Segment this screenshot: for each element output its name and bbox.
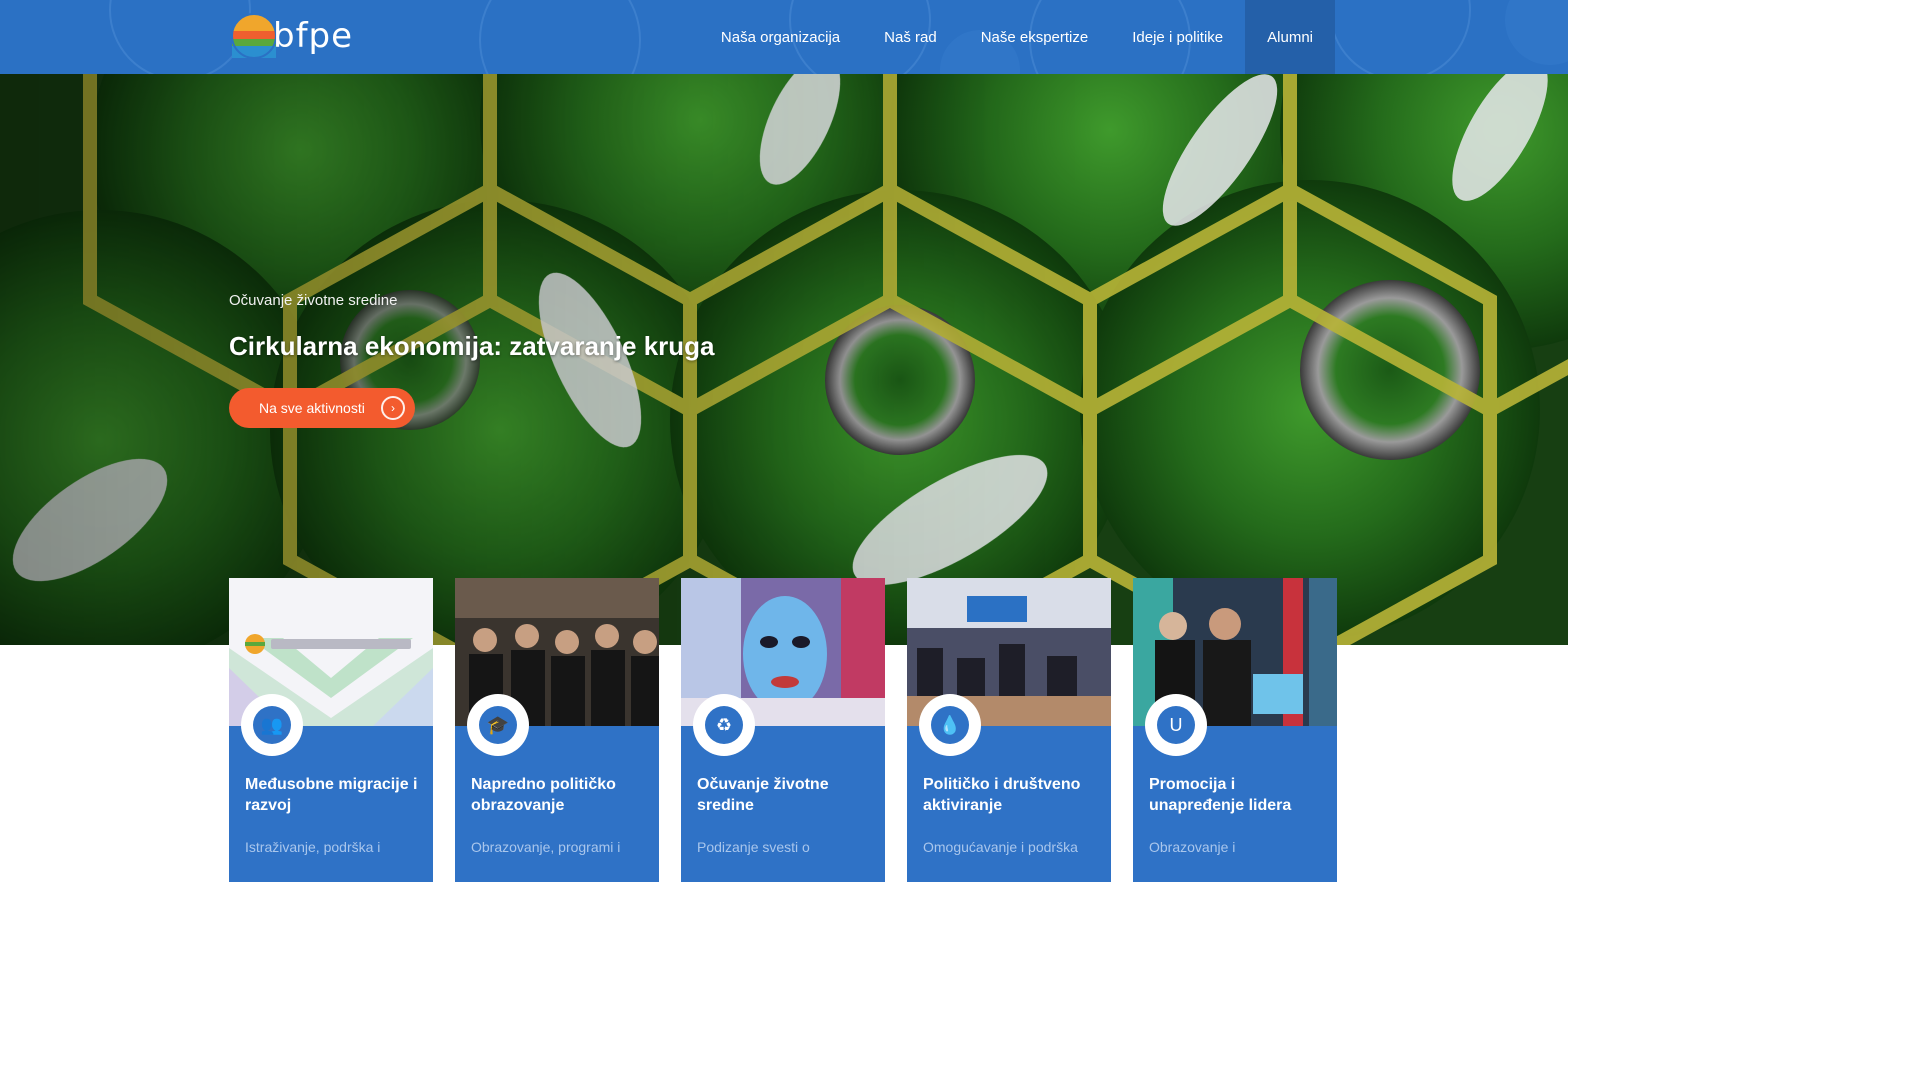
nav-item-organization[interactable]: Naša organizacija	[699, 0, 862, 74]
program-card-political-education[interactable]: 🎓 Napredno političko obrazovanje Obrazov…	[455, 578, 659, 882]
card-description: Podizanje svesti o	[697, 839, 810, 855]
top-navbar: bfpe Naša organizacija Naš rad Naše eksp…	[0, 0, 1568, 74]
nav-item-alumni[interactable]: Alumni	[1245, 0, 1335, 74]
drop-icon: 💧	[931, 706, 969, 744]
magnet-icon: U	[1157, 706, 1195, 744]
card-title: Međusobne migracije i razvoj	[245, 776, 418, 814]
nav-item-expertise[interactable]: Naše ekspertize	[959, 0, 1111, 74]
card-title: Promocija i unapređenje lidera	[1149, 776, 1292, 814]
program-card-leadership[interactable]: U Promocija i unapređenje lidera Obrazov…	[1133, 578, 1337, 882]
arrow-right-icon: ›	[381, 396, 405, 420]
users-icon: 👥	[253, 706, 291, 744]
hero-cta-button[interactable]: Na sve aktivnosti ›	[229, 388, 415, 428]
card-icon-badge: 🎓	[467, 694, 529, 756]
program-cards: 👥 Međusobne migracije i razvoj Istraživa…	[229, 578, 1337, 882]
program-card-civic-activation[interactable]: 💧 Političko i društveno aktiviranje Omog…	[907, 578, 1111, 882]
card-description: Istraživanje, podrška i	[245, 839, 381, 855]
logo-emblem	[231, 13, 277, 59]
card-description: Obrazovanje i	[1149, 839, 1236, 855]
card-icon-badge: 👥	[241, 694, 303, 756]
hero-banner: Očuvanje životne sredine Cirkularna ekon…	[0, 0, 1568, 645]
card-icon-badge: U	[1145, 694, 1207, 756]
graduation-icon: 🎓	[479, 706, 517, 744]
nav-item-ideas-policies[interactable]: Ideje i politike	[1110, 0, 1245, 74]
hero-content: Očuvanje životne sredine Cirkularna ekon…	[229, 292, 715, 428]
hero-cta-label: Na sve aktivnosti	[259, 400, 365, 416]
site-logo[interactable]: bfpe	[229, 8, 353, 64]
card-title: Očuvanje životne sredine	[697, 776, 829, 814]
card-icon-badge: ♻	[693, 694, 755, 756]
card-icon-badge: 💧	[919, 694, 981, 756]
card-title: Napredno političko obrazovanje	[471, 776, 616, 814]
program-card-migration[interactable]: 👥 Međusobne migracije i razvoj Istraživa…	[229, 578, 433, 882]
card-description: Omogućavanje i podrška	[923, 839, 1078, 855]
page: Očuvanje životne sredine Cirkularna ekon…	[0, 0, 1568, 882]
program-card-environment[interactable]: ♻ Očuvanje životne sredine Podizanje sve…	[681, 578, 885, 882]
hero-title[interactable]: Cirkularna ekonomija: zatvaranje kruga	[229, 331, 715, 362]
card-title: Političko i društveno aktiviranje	[923, 776, 1081, 814]
nav-item-our-work[interactable]: Naš rad	[862, 0, 959, 74]
recycle-icon: ♻	[705, 706, 743, 744]
logo-text: bfpe	[273, 16, 354, 56]
card-description: Obrazovanje, programi i	[471, 839, 621, 855]
main-nav: Naša organizacija Naš rad Naše ekspertiz…	[699, 0, 1335, 74]
hero-category[interactable]: Očuvanje životne sredine	[229, 292, 715, 309]
